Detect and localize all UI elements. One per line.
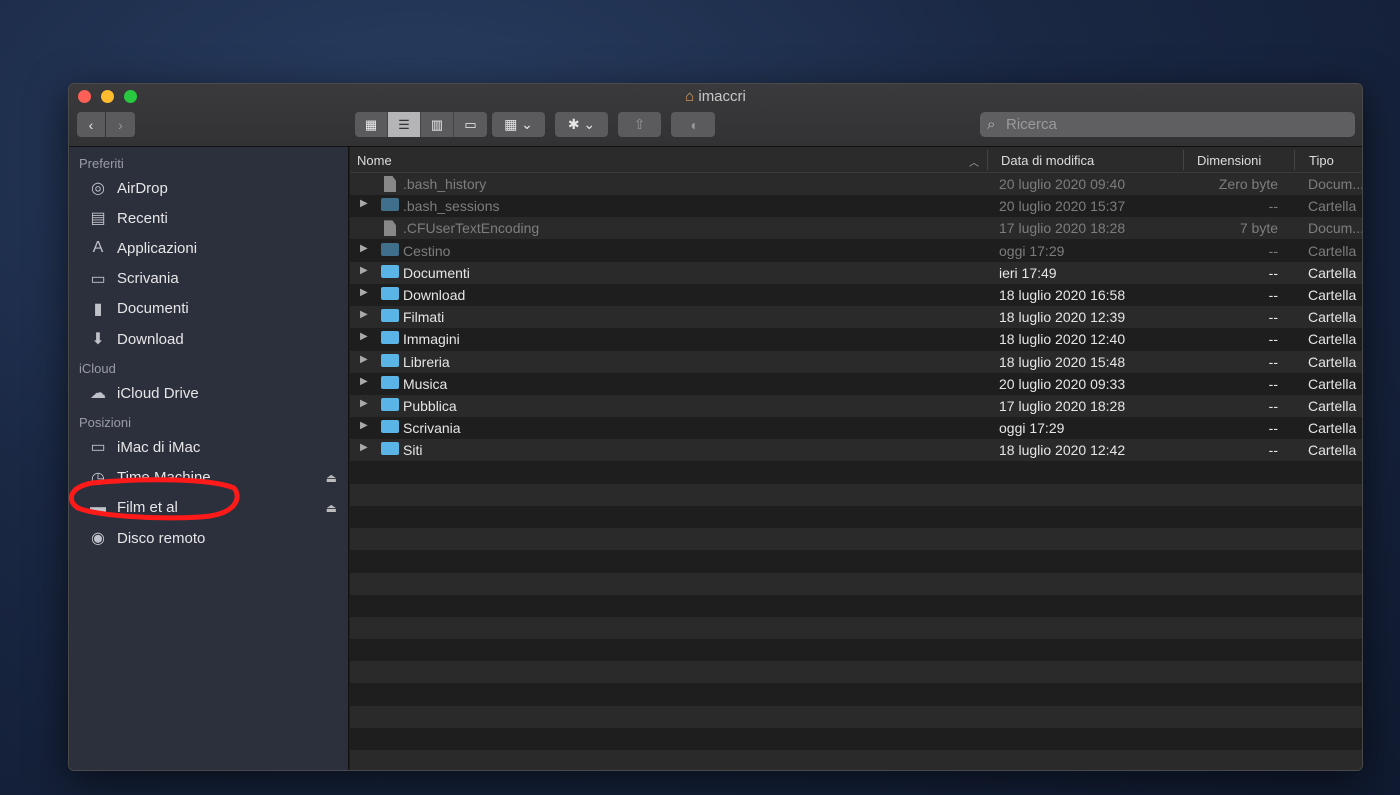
red-highlight-annotation [68,477,240,521]
